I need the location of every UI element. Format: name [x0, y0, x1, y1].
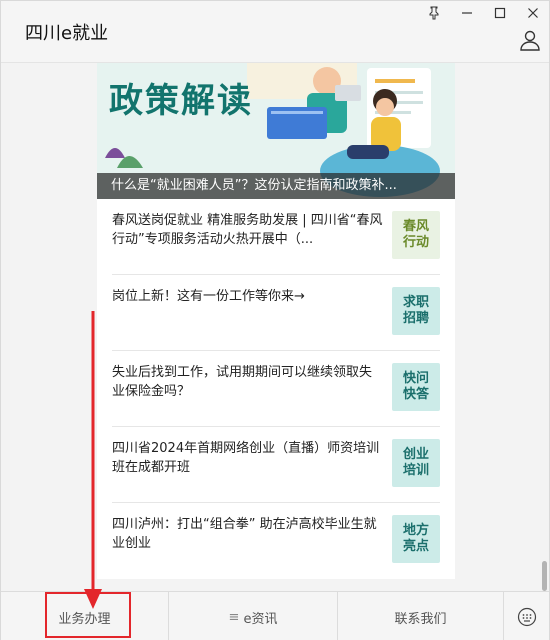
annotation-arrow [84, 311, 102, 609]
app-title: 四川e就业 [25, 23, 109, 44]
title-bar: 四川e就业 [1, 1, 549, 63]
news-thumbnail: 地方亮点 [392, 515, 440, 563]
tab-contact-label: 联系我们 [394, 611, 447, 627]
tab-news-label: e资讯 [243, 611, 278, 627]
banner-caption: 什么是“就业困难人员”？这份认定指南和政策补... [97, 173, 455, 199]
news-feed: 政策解读 什么是“就业困难人员”？这份认定指南和政策补... 春风送岗促就业 精… [97, 63, 455, 579]
news-item[interactable]: 春风送岗促就业 精准服务助发展 | 四川省“春风行动”专项服务活动火热开展中（.… [112, 199, 440, 275]
news-thumbnail: 快问快答 [392, 363, 440, 411]
news-item[interactable]: 失业后找到工作，试用期期间可以继续领取失业保险金吗？ 快问快答 [112, 351, 440, 427]
news-thumbnail: 创业培训 [392, 439, 440, 487]
tab-contact[interactable]: 联系我们 [338, 592, 504, 640]
news-title: 失业后找到工作，试用期期间可以继续领取失业保险金吗？ [112, 365, 373, 399]
thumb-label: 地方亮点 [402, 523, 429, 554]
keyboard-toggle[interactable] [504, 592, 549, 640]
news-list: 春风送岗促就业 精准服务助发展 | 四川省“春风行动”专项服务活动火热开展中（.… [97, 199, 455, 579]
banner-title: 政策解读 [109, 81, 253, 121]
minimize-icon[interactable] [450, 1, 483, 25]
pin-icon[interactable] [417, 1, 450, 25]
user-icon[interactable] [519, 29, 541, 51]
news-title: 春风送岗促就业 精准服务助发展 | 四川省“春风行动”专项服务活动火热开展中（.… [112, 213, 383, 247]
news-item[interactable]: 岗位上新！这有一份工作等你来→ 求职招聘 [112, 275, 440, 351]
app-window: 四川e就业 政策解读 什么是“就业困难人员”？这份认定指南和政策补... 春风送… [0, 0, 550, 640]
thumb-label: 春风行动 [402, 219, 429, 250]
keyboard-icon [517, 607, 536, 627]
scrollbar-thumb[interactable] [542, 561, 547, 591]
thumb-label: 快问快答 [402, 371, 429, 402]
news-item[interactable]: 四川省2024年首期网络创业（直播）师资培训班在成都开班 创业培训 [112, 427, 440, 503]
close-icon[interactable] [516, 1, 549, 25]
news-thumbnail: 春风行动 [392, 211, 440, 259]
news-title: 岗位上新！这有一份工作等你来→ [112, 289, 305, 304]
window-controls [417, 1, 549, 25]
maximize-icon[interactable] [483, 1, 516, 25]
news-title: 四川省2024年首期网络创业（直播）师资培训班在成都开班 [112, 441, 380, 475]
thumb-label: 求职招聘 [402, 295, 429, 326]
news-title: 四川泸州：打出“组合拳” 助在泸高校毕业生就业创业 [112, 517, 377, 551]
news-thumbnail: 求职招聘 [392, 287, 440, 335]
news-item[interactable]: 四川泸州：打出“组合拳” 助在泸高校毕业生就业创业 地方亮点 [112, 503, 440, 579]
thumb-label: 创业培训 [402, 447, 429, 478]
annotation-highlight-box [45, 592, 131, 638]
menu-icon: ≡ [228, 609, 240, 625]
featured-banner[interactable]: 政策解读 什么是“就业困难人员”？这份认定指南和政策补... [97, 63, 455, 199]
tab-news[interactable]: ≡ e资讯 [169, 592, 338, 640]
